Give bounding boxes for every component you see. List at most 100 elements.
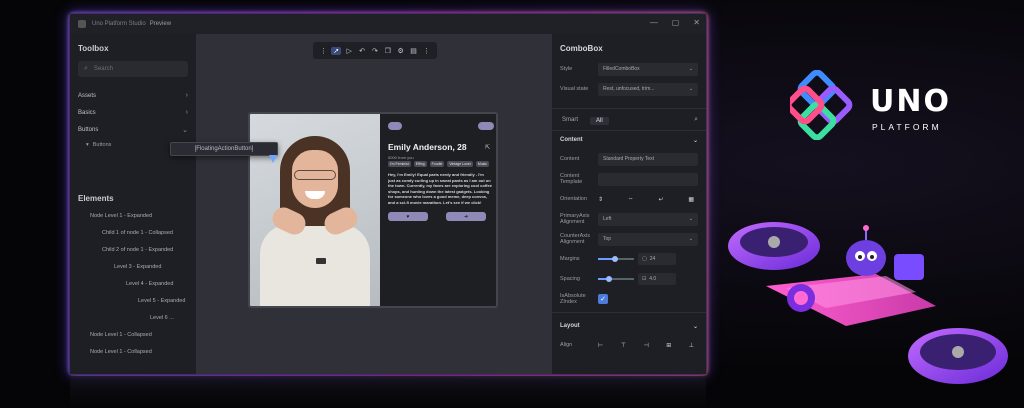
toolbox-search-input[interactable]: ⌕ Search: [78, 61, 188, 77]
prop-content: Content Standard Property Text: [552, 149, 706, 169]
arrow-icon: ➜: [463, 213, 469, 220]
prop-margins: Margins ▢ 24: [552, 249, 706, 269]
category-assets[interactable]: Assets ›: [70, 87, 196, 104]
section-layout[interactable]: Layout ⌄: [552, 317, 706, 335]
tab-all[interactable]: All: [590, 117, 609, 125]
tree-node[interactable]: Level 5 - Expanded: [70, 292, 196, 309]
tree-node[interactable]: Level 3 - Expanded: [70, 258, 196, 275]
tree-node[interactable]: Node Level 1 - Collapsed: [70, 326, 196, 343]
search-placeholder: Search: [93, 66, 113, 72]
prop-align: Align ⊢ ⊤ ⊣ ⊞ ⊥: [552, 335, 706, 355]
prop-label: Content Template: [560, 173, 583, 185]
tree-node[interactable]: Child 1 of node 1 - Collapsed: [70, 224, 196, 241]
tab-smart[interactable]: Smart: [562, 117, 578, 123]
close-icon[interactable]: ✕: [693, 18, 700, 27]
photo-shape: [316, 258, 326, 264]
section-label: Layout: [560, 323, 580, 329]
primary-axis-dropdown[interactable]: Left ⌄: [598, 212, 698, 226]
uno-logo-icon: [790, 70, 853, 140]
counter-axis-dropdown[interactable]: Top ⌄: [598, 232, 698, 246]
tree-node-label: Node Level 1 - Expanded: [90, 212, 153, 219]
like-button[interactable]: ➜: [446, 212, 486, 221]
prop-zindex: IsAbsolute ZIndex ✓: [552, 289, 706, 309]
category-label: Basics: [78, 109, 96, 116]
prop-label: Align: [560, 342, 573, 348]
dislike-button[interactable]: ♥: [388, 212, 428, 221]
dragged-component[interactable]: [FloatingActionButton]: [170, 142, 278, 156]
copy-icon[interactable]: ❐: [383, 47, 393, 55]
section-content[interactable]: Content ⌄: [552, 131, 706, 149]
margins-icon: ▢: [642, 256, 647, 262]
tree-node[interactable]: Node Level 1 - Collapsed: [70, 343, 196, 360]
pointer-icon[interactable]: ➚: [331, 46, 342, 55]
margins-slider[interactable]: ▢ 24: [598, 253, 698, 265]
tree-node-label: Child 1 of node 1 - Collapsed: [102, 229, 173, 236]
tree-node-label: Child 2 of node 1 - Expanded: [102, 246, 174, 253]
margins-input[interactable]: ▢ 24: [638, 253, 676, 265]
prop-counter-axis: CounterAxis Alignment Top ⌄: [552, 229, 706, 249]
spacing-input[interactable]: ⊡ 4.0: [638, 273, 676, 285]
settings-icon[interactable]: ⚙: [396, 47, 406, 55]
horizontal-icon[interactable]: ⇔: [628, 196, 634, 203]
interest-tag: Music: [475, 161, 490, 167]
spacing-icon: ⊡: [642, 276, 647, 282]
share-icon[interactable]: ⇱: [485, 144, 490, 151]
prop-style: Style FilledComboBox ⌄: [552, 59, 706, 79]
vertical-icon[interactable]: ⇕: [598, 196, 603, 203]
prop-label: Visual state: [560, 86, 589, 92]
redo-icon[interactable]: ↷: [370, 47, 380, 55]
tree-node[interactable]: Level 6 ...: [70, 309, 196, 326]
maximize-icon[interactable]: ▢: [672, 18, 680, 27]
wrap-icon[interactable]: ↵: [659, 196, 664, 203]
interest-tag: I'm Feminist: [388, 161, 411, 167]
expand-icon: ▾: [86, 142, 89, 148]
template-input[interactable]: [598, 172, 698, 186]
chevron-down-icon: ⌄: [688, 236, 693, 242]
chevron-right-icon: ›: [185, 92, 188, 99]
back-button[interactable]: [388, 122, 402, 130]
studio-window: Uno Platform Studio Preview — ▢ ✕ Toolbo…: [70, 14, 706, 374]
profile-bio: Hey, I'm Emily! Equal parts nerdy and fr…: [388, 172, 492, 205]
align-bottom-icon[interactable]: ⊥: [689, 342, 694, 349]
pointer-cursor-icon: [269, 155, 277, 163]
chevron-down-icon: ⌄: [692, 323, 698, 330]
tree-node[interactable]: Level 4 - Expanded: [70, 275, 196, 292]
category-buttons[interactable]: Buttons ⌄: [70, 121, 196, 138]
style-value: FilledComboBox: [603, 66, 640, 72]
minimize-icon[interactable]: —: [650, 18, 658, 27]
app-icon: [78, 20, 86, 28]
chevron-down-icon: ⌄: [182, 126, 188, 134]
spacing-slider[interactable]: ⊡ 4.0: [598, 273, 698, 285]
grip-icon[interactable]: ⋮: [318, 47, 328, 55]
counter-value: Top: [603, 236, 612, 242]
section-label: Content: [560, 137, 583, 143]
play-icon[interactable]: ▷: [344, 47, 354, 55]
align-stretch-icon[interactable]: ⊞: [666, 342, 671, 349]
more-icon[interactable]: ⋮: [421, 47, 431, 55]
undo-icon[interactable]: ↶: [357, 47, 367, 55]
prop-label: PrimaryAxis Alignment: [560, 213, 590, 225]
brand-logo: UNO PLATFORM: [790, 70, 970, 140]
design-canvas[interactable]: ⋮ ➚ ▷ ↶ ↷ ❐ ⚙ ▤ ⋮ Emily Anderson, 28 ⇱ 5…: [196, 34, 552, 374]
align-right-icon[interactable]: ⊣: [643, 342, 648, 349]
grid-icon[interactable]: ▦: [688, 196, 694, 203]
tree-node[interactable]: Node Level 1 - Expanded: [70, 207, 196, 224]
toolbox-title: Toolbox: [78, 44, 109, 53]
zindex-checkbox[interactable]: ✓: [598, 294, 608, 304]
visual-state-dropdown[interactable]: Rest, unfocused, trim... ⌄: [598, 82, 698, 96]
align-center-icon[interactable]: ⊤: [621, 342, 626, 349]
promo-stage: Uno Platform Studio Preview — ▢ ✕ Toolbo…: [0, 0, 1024, 408]
tree-node-label: Level 6 ...: [150, 314, 174, 321]
style-dropdown[interactable]: FilledComboBox ⌄: [598, 62, 698, 76]
tree-node[interactable]: Child 2 of node 1 - Expanded: [70, 241, 196, 258]
content-input[interactable]: Standard Property Text: [598, 152, 698, 166]
search-icon: ⌕: [84, 65, 88, 72]
align-left-icon[interactable]: ⊢: [598, 342, 603, 349]
brand-sub: PLATFORM: [872, 122, 942, 132]
prop-visual-state: Visual state Rest, unfocused, trim... ⌄: [552, 79, 706, 99]
prop-label: Spacing: [560, 276, 580, 282]
layers-icon[interactable]: ▤: [409, 47, 419, 55]
options-button[interactable]: [478, 122, 494, 130]
search-icon[interactable]: ⌕: [694, 116, 698, 124]
category-basics[interactable]: Basics ›: [70, 104, 196, 121]
